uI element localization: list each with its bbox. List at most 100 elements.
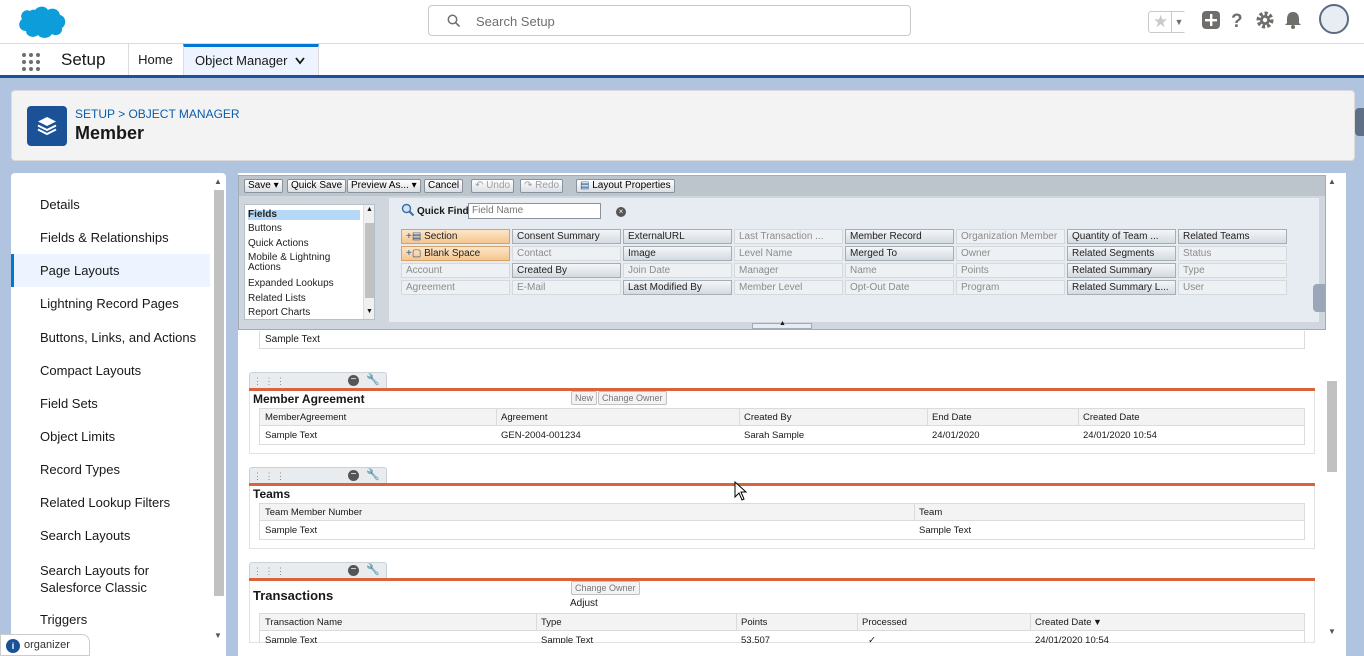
palette-field[interactable]: E-Mail	[512, 280, 621, 295]
chevron-down-icon[interactable]: ▼	[1171, 12, 1186, 32]
sidebar-item-record-types[interactable]: Record Types	[11, 462, 210, 477]
undo-label: Undo	[486, 180, 511, 191]
palette-item-blank-space[interactable]: +▢ Blank Space	[401, 246, 510, 261]
undo-button[interactable]: ↶ Undo	[471, 179, 515, 193]
sidebar-item-fields-relationships[interactable]: Fields & Relationships	[11, 230, 210, 245]
bell-icon[interactable]	[1282, 9, 1304, 31]
palette-field[interactable]: Agreement	[401, 280, 510, 295]
side-panel-tab[interactable]	[1355, 108, 1364, 136]
clear-icon[interactable]: ×	[616, 207, 626, 217]
main-scrollbar[interactable]: ▲ ▼	[1325, 173, 1339, 643]
chevron-down-icon[interactable]	[294, 47, 306, 85]
add-icon[interactable]	[1200, 9, 1222, 31]
palette-field[interactable]: Related Segments	[1067, 246, 1176, 261]
section-handle[interactable]: ⋮ ⋮ ⋮ − 🔧	[249, 562, 387, 578]
palette-field[interactable]: Member Record	[845, 229, 954, 244]
palette-field[interactable]: ExternalURL	[623, 229, 732, 244]
category-expanded-lookups[interactable]: Expanded Lookups	[248, 279, 360, 289]
palette-field[interactable]: Last Modified By	[623, 280, 732, 295]
remove-icon[interactable]: −	[348, 375, 359, 386]
sidebar-item-page-layouts[interactable]: Page Layouts	[11, 254, 210, 287]
category-report-charts[interactable]: Report Charts	[248, 308, 360, 318]
sidebar-item-object-limits[interactable]: Object Limits	[11, 429, 210, 444]
preview-as-button[interactable]: Preview As... ▾	[347, 179, 421, 193]
palette-field[interactable]: Related Teams	[1178, 229, 1287, 244]
category-related-lists[interactable]: Related Lists	[248, 294, 360, 304]
sidebar-scrollbar[interactable]: ▲ ▼	[213, 177, 224, 647]
palette-categories: Fields Buttons Quick Actions Mobile & Li…	[244, 204, 375, 320]
palette-field[interactable]: Merged To	[845, 246, 954, 261]
sidebar-item-details[interactable]: Details	[11, 197, 210, 212]
section-handle[interactable]: ⋮ ⋮ ⋮ − 🔧	[249, 467, 387, 483]
palette-field[interactable]: Program	[956, 280, 1065, 295]
palette-field[interactable]: User	[1178, 280, 1287, 295]
categories-scrollbar[interactable]: ▲ ▼	[363, 205, 374, 319]
wrench-icon[interactable]: 🔧	[366, 373, 380, 386]
favorites-button[interactable]: ★ ▼	[1148, 11, 1186, 33]
cancel-button[interactable]: Cancel	[424, 179, 464, 193]
sidebar-item-related-lookup-filters[interactable]: Related Lookup Filters	[11, 495, 210, 510]
wrench-icon[interactable]: 🔧	[366, 563, 380, 576]
save-button[interactable]: Save ▾	[244, 179, 283, 193]
tab-home[interactable]: Home	[128, 44, 183, 75]
side-panel-tab[interactable]	[1313, 284, 1325, 312]
sidebar-item-field-sets[interactable]: Field Sets	[11, 396, 210, 411]
sort-desc-icon[interactable]: ▼	[1093, 617, 1102, 627]
redo-button[interactable]: ↷ Redo	[520, 179, 564, 193]
palette-field[interactable]: Member Level	[734, 280, 843, 295]
section-handle[interactable]: ⋮ ⋮ ⋮ − 🔧	[249, 372, 387, 388]
sidebar-item-search-layouts[interactable]: Search Layouts	[11, 528, 210, 543]
organizer-extension-button[interactable]: i organizer	[0, 634, 90, 656]
sidebar-item-lightning-record-pages[interactable]: Lightning Record Pages	[11, 296, 210, 311]
change-owner-button[interactable]: Change Owner	[598, 391, 667, 405]
palette-field[interactable]: Related Summary L...	[1067, 280, 1176, 295]
palette-field[interactable]: Related Summary	[1067, 263, 1176, 278]
palette-field[interactable]: Opt-Out Date	[845, 280, 954, 295]
category-buttons[interactable]: Buttons	[248, 224, 360, 234]
palette-field[interactable]: Account	[401, 263, 510, 278]
sidebar-item-triggers[interactable]: Triggers	[11, 612, 210, 627]
sidebar-item-compact-layouts[interactable]: Compact Layouts	[11, 363, 210, 378]
palette-item-section[interactable]: +▤ Section	[401, 229, 510, 244]
palette-field[interactable]: Last Transaction ...	[734, 229, 843, 244]
palette-field[interactable]: Created By	[512, 263, 621, 278]
sidebar-item-search-layouts-classic[interactable]: Search Layouts for Salesforce Classic	[11, 562, 171, 596]
palette-field[interactable]: Quantity of Team ...	[1067, 229, 1176, 244]
wrench-icon[interactable]: 🔧	[366, 468, 380, 481]
category-fields[interactable]: Fields	[248, 210, 360, 220]
breadcrumb[interactable]: SETUP > OBJECT MANAGER	[75, 107, 240, 121]
table-cell: Sample Text	[265, 635, 318, 643]
remove-icon[interactable]: −	[348, 565, 359, 576]
remove-icon[interactable]: −	[348, 470, 359, 481]
layout-properties-button[interactable]: ▤ Layout Properties	[576, 179, 675, 193]
palette-field[interactable]: Consent Summary	[512, 229, 621, 244]
palette-field[interactable]: Join Date	[623, 263, 732, 278]
salesforce-logo[interactable]	[13, 4, 67, 40]
search-input[interactable]: Search Setup	[428, 5, 911, 36]
palette-field[interactable]: Organization Member	[956, 229, 1065, 244]
app-launcher-icon[interactable]	[22, 53, 40, 71]
change-owner-button[interactable]: Change Owner	[571, 581, 640, 595]
palette-field[interactable]: Points	[956, 263, 1065, 278]
palette-field[interactable]: Level Name	[734, 246, 843, 261]
chevron-up-icon: ▲	[779, 320, 786, 327]
palette-resize-handle[interactable]: ▲	[752, 320, 812, 329]
gear-icon[interactable]	[1254, 9, 1276, 31]
palette-field[interactable]: Manager	[734, 263, 843, 278]
quick-find-input[interactable]: Field Name ×	[468, 203, 626, 219]
palette-field[interactable]: Name	[845, 263, 954, 278]
palette-field[interactable]: Type	[1178, 263, 1287, 278]
help-icon[interactable]: ?	[1226, 9, 1248, 31]
category-mobile-lightning-actions[interactable]: Mobile & Lightning Actions	[248, 253, 360, 273]
quick-find-placeholder: Field Name	[472, 205, 524, 216]
palette-field[interactable]: Image	[623, 246, 732, 261]
tab-object-manager[interactable]: Object Manager	[183, 44, 319, 75]
avatar[interactable]	[1319, 4, 1349, 34]
quick-save-button[interactable]: Quick Save	[287, 179, 347, 193]
sidebar-item-buttons-links-actions[interactable]: Buttons, Links, and Actions	[11, 330, 210, 345]
new-button[interactable]: New	[571, 391, 598, 405]
category-quick-actions[interactable]: Quick Actions	[248, 239, 360, 249]
palette-field[interactable]: Owner	[956, 246, 1065, 261]
palette-field[interactable]: Status	[1178, 246, 1287, 261]
palette-field[interactable]: Contact	[512, 246, 621, 261]
